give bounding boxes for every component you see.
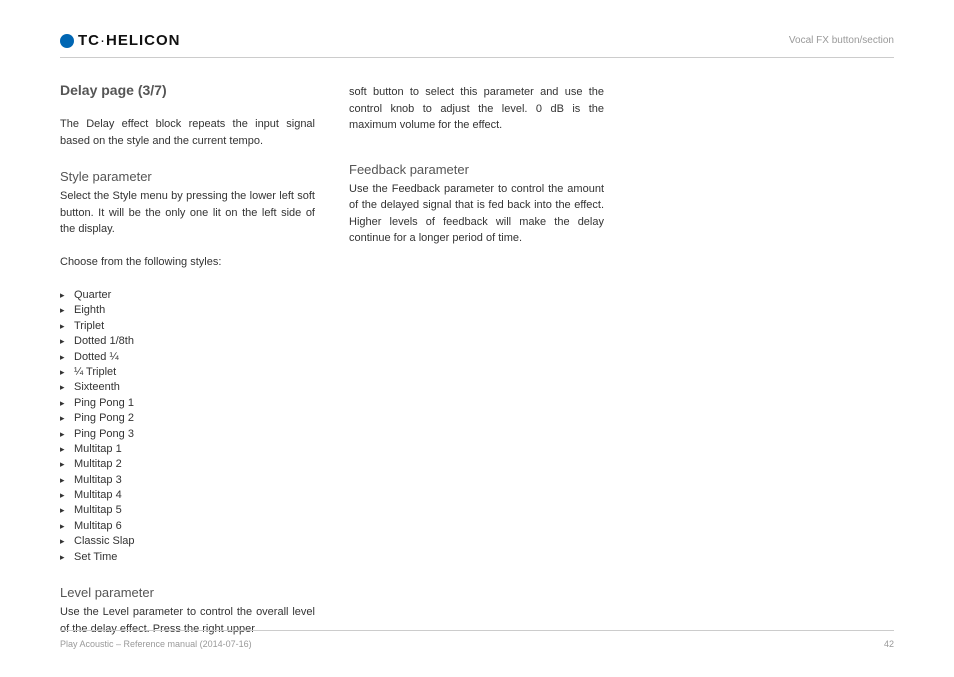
style-choose: Choose from the following styles: xyxy=(60,254,315,271)
list-item: Multitap 1 xyxy=(60,442,315,457)
content-columns: Delay page (3/7) The Delay effect block … xyxy=(60,82,894,637)
list-item: ¼ Triplet xyxy=(60,365,315,380)
list-item: Set Time xyxy=(60,550,315,565)
page-title: Delay page (3/7) xyxy=(60,82,315,98)
footer-left: Play Acoustic – Reference manual (2014-0… xyxy=(60,639,252,649)
brand-logo: TC·HELICON xyxy=(60,32,181,49)
list-item: Classic Slap xyxy=(60,534,315,549)
brand-prefix: TC xyxy=(78,32,100,49)
brand-text: TC·HELICON xyxy=(78,32,181,49)
list-item: Triplet xyxy=(60,319,315,334)
list-item: Dotted ¼ xyxy=(60,350,315,365)
level-heading: Level parameter xyxy=(60,585,315,600)
list-item: Multitap 2 xyxy=(60,457,315,472)
list-item: Ping Pong 2 xyxy=(60,411,315,426)
list-item: Ping Pong 3 xyxy=(60,427,315,442)
list-item: Eighth xyxy=(60,303,315,318)
column-left: Delay page (3/7) The Delay effect block … xyxy=(60,82,315,637)
list-item: Sixteenth xyxy=(60,380,315,395)
column-right: soft button to select this parameter and… xyxy=(349,82,604,637)
style-text: Select the Style menu by pressing the lo… xyxy=(60,188,315,238)
logo-icon xyxy=(60,34,74,48)
level-text-2: soft button to select this parameter and… xyxy=(349,84,604,134)
list-item: Multitap 5 xyxy=(60,503,315,518)
style-heading: Style parameter xyxy=(60,169,315,184)
section-label: Vocal FX button/section xyxy=(789,35,894,46)
brand-suffix: HELICON xyxy=(106,32,181,49)
style-list: Quarter Eighth Triplet Dotted 1/8th Dott… xyxy=(60,288,315,565)
list-item: Multitap 3 xyxy=(60,473,315,488)
intro-text: The Delay effect block repeats the input… xyxy=(60,116,315,149)
page-footer: Play Acoustic – Reference manual (2014-0… xyxy=(60,630,894,649)
feedback-heading: Feedback parameter xyxy=(349,162,604,177)
page-header: TC·HELICON Vocal FX button/section xyxy=(60,32,894,58)
list-item: Multitap 4 xyxy=(60,488,315,503)
list-item: Quarter xyxy=(60,288,315,303)
page: TC·HELICON Vocal FX button/section Delay… xyxy=(0,0,954,677)
feedback-text: Use the Feedback parameter to control th… xyxy=(349,181,604,247)
page-number: 42 xyxy=(884,639,894,649)
list-item: Multitap 6 xyxy=(60,519,315,534)
list-item: Ping Pong 1 xyxy=(60,396,315,411)
list-item: Dotted 1/8th xyxy=(60,334,315,349)
